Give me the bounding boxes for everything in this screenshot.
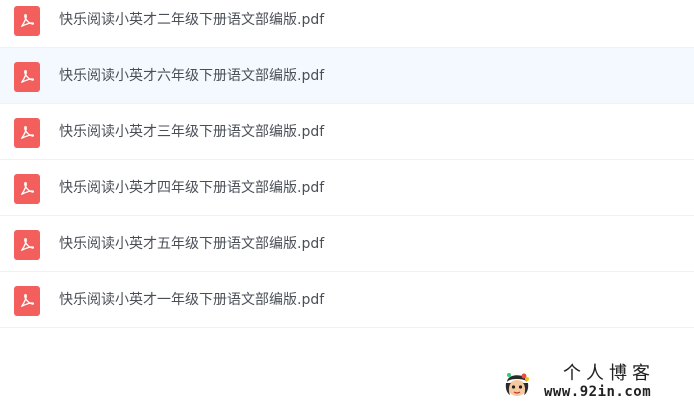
- pdf-icon: [14, 6, 40, 36]
- file-row[interactable]: 快乐阅读小英才五年级下册语文部编版.pdf: [0, 216, 694, 272]
- file-name[interactable]: 快乐阅读小英才一年级下册语文部编版.pdf: [59, 291, 324, 309]
- file-row[interactable]: 快乐阅读小英才三年级下册语文部编版.pdf: [0, 104, 694, 160]
- blog-watermark: 个人博客 www.92in.com: [497, 360, 694, 405]
- pdf-icon: [14, 230, 40, 260]
- file-name[interactable]: 快乐阅读小英才四年级下册语文部编版.pdf: [59, 179, 324, 197]
- file-row[interactable]: 快乐阅读小英才四年级下册语文部编版.pdf: [0, 160, 694, 216]
- file-row[interactable]: 快乐阅读小英才一年级下册语文部编版.pdf: [0, 272, 694, 328]
- pdf-icon: [14, 174, 40, 204]
- pdf-icon: [14, 118, 40, 148]
- file-name[interactable]: 快乐阅读小英才五年级下册语文部编版.pdf: [59, 235, 324, 253]
- file-name[interactable]: 快乐阅读小英才二年级下册语文部编版.pdf: [59, 11, 324, 29]
- pdf-icon: [14, 286, 40, 316]
- file-name[interactable]: 快乐阅读小英才六年级下册语文部编版.pdf: [59, 67, 324, 85]
- watermark-title: 个人博客: [563, 363, 655, 384]
- file-name[interactable]: 快乐阅读小英才三年级下册语文部编版.pdf: [59, 123, 324, 141]
- file-list: 快乐阅读小英才二年级下册语文部编版.pdf 快乐阅读小英才六年级下册语文部编版.…: [0, 0, 694, 328]
- watermark-url: www.92in.com: [544, 384, 652, 400]
- file-row[interactable]: 快乐阅读小英才二年级下册语文部编版.pdf: [0, 0, 694, 48]
- pdf-icon: [14, 62, 40, 92]
- mascot-icon: [505, 373, 529, 396]
- file-row[interactable]: 快乐阅读小英才六年级下册语文部编版.pdf: [0, 48, 694, 104]
